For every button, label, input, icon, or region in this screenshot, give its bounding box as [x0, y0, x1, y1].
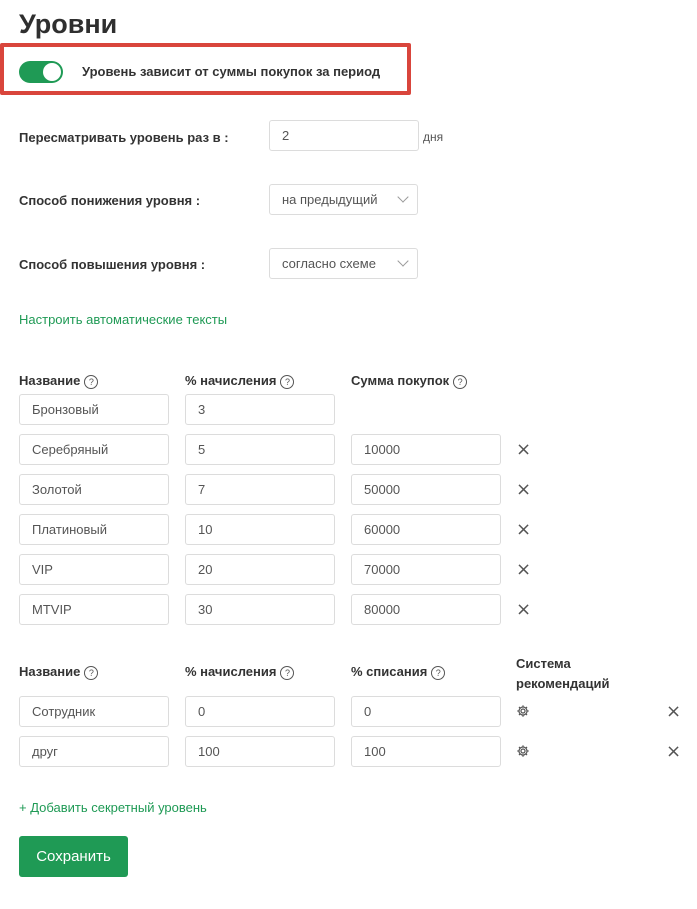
secret-writeoff-input[interactable]: 100 — [351, 736, 501, 767]
level-sum-input[interactable]: 70000 — [351, 554, 501, 585]
levels-header-percent: % начисления? — [185, 373, 295, 389]
raise-method-select[interactable]: согласно схеме — [269, 248, 418, 279]
secret-writeoff-input[interactable]: 0 — [351, 696, 501, 727]
level-sum-input[interactable]: 60000 — [351, 514, 501, 545]
remove-level-icon[interactable]: × — [516, 561, 531, 579]
level-name-input[interactable]: Бронзовый — [19, 394, 169, 425]
help-icon[interactable]: ? — [84, 375, 99, 389]
level-sum-input[interactable]: 50000 — [351, 474, 501, 505]
chevron-down-icon — [397, 191, 409, 203]
secret-header-writeoff: % списания? — [351, 664, 446, 680]
auto-texts-link[interactable]: Настроить автоматические тексты — [19, 312, 227, 328]
lower-method-label: Способ понижения уровня : — [19, 193, 201, 208]
chevron-down-icon — [397, 255, 409, 267]
level-percent-input[interactable]: 7 — [185, 474, 335, 505]
secret-name-input[interactable]: друг — [19, 736, 169, 767]
level-percent-input[interactable]: 20 — [185, 554, 335, 585]
secret-header-referral: Система рекомендаций — [516, 656, 610, 691]
review-period-label: Пересматривать уровень раз в : — [19, 130, 229, 145]
help-icon[interactable]: ? — [280, 666, 295, 680]
level-percent-input[interactable]: 10 — [185, 514, 335, 545]
help-icon[interactable]: ? — [84, 666, 99, 680]
toggle-knob — [43, 63, 61, 81]
secret-header-name: Название? — [19, 664, 99, 680]
level-percent-input[interactable]: 30 — [185, 594, 335, 625]
add-secret-level-link[interactable]: + Добавить секретный уровень — [19, 800, 207, 816]
toggle-label: Уровень зависит от суммы покупок за пери… — [82, 64, 381, 79]
help-icon[interactable]: ? — [431, 666, 446, 680]
remove-level-icon[interactable]: × — [516, 481, 531, 499]
level-depends-toggle[interactable] — [19, 61, 63, 83]
raise-method-label: Способ повышения уровня : — [19, 257, 206, 272]
remove-level-icon[interactable]: × — [516, 441, 531, 459]
level-sum-input[interactable]: 80000 — [351, 594, 501, 625]
level-name-input[interactable]: Платиновый — [19, 514, 169, 545]
gear-icon[interactable] — [516, 744, 530, 758]
secret-percent-input[interactable]: 100 — [185, 736, 335, 767]
level-name-input[interactable]: Золотой — [19, 474, 169, 505]
gear-icon[interactable] — [516, 704, 530, 718]
levels-header-name: Название? — [19, 373, 99, 389]
lower-method-value: на предыдущий — [282, 192, 378, 207]
level-sum-input[interactable]: 10000 — [351, 434, 501, 465]
raise-method-value: согласно схеме — [282, 256, 376, 271]
help-icon[interactable]: ? — [280, 375, 295, 389]
level-name-input[interactable]: Серебряный — [19, 434, 169, 465]
secret-name-input[interactable]: Сотрудник — [19, 696, 169, 727]
review-period-input[interactable]: 2 — [269, 120, 419, 151]
secret-header-percent: % начисления? — [185, 664, 295, 680]
help-icon[interactable]: ? — [453, 375, 468, 389]
save-button[interactable]: Сохранить — [19, 836, 128, 877]
secret-percent-input[interactable]: 0 — [185, 696, 335, 727]
lower-method-select[interactable]: на предыдущий — [269, 184, 418, 215]
level-name-input[interactable]: MTVIP — [19, 594, 169, 625]
levels-header-sum: Сумма покупок? — [351, 373, 468, 389]
page-title: Уровни — [19, 9, 118, 39]
remove-level-icon[interactable]: × — [516, 601, 531, 619]
level-percent-input[interactable]: 5 — [185, 434, 335, 465]
remove-secret-icon[interactable]: × — [666, 703, 681, 721]
level-name-input[interactable]: VIP — [19, 554, 169, 585]
level-percent-input[interactable]: 3 — [185, 394, 335, 425]
remove-secret-icon[interactable]: × — [666, 743, 681, 761]
review-period-suffix: дня — [423, 130, 444, 144]
remove-level-icon[interactable]: × — [516, 521, 531, 539]
